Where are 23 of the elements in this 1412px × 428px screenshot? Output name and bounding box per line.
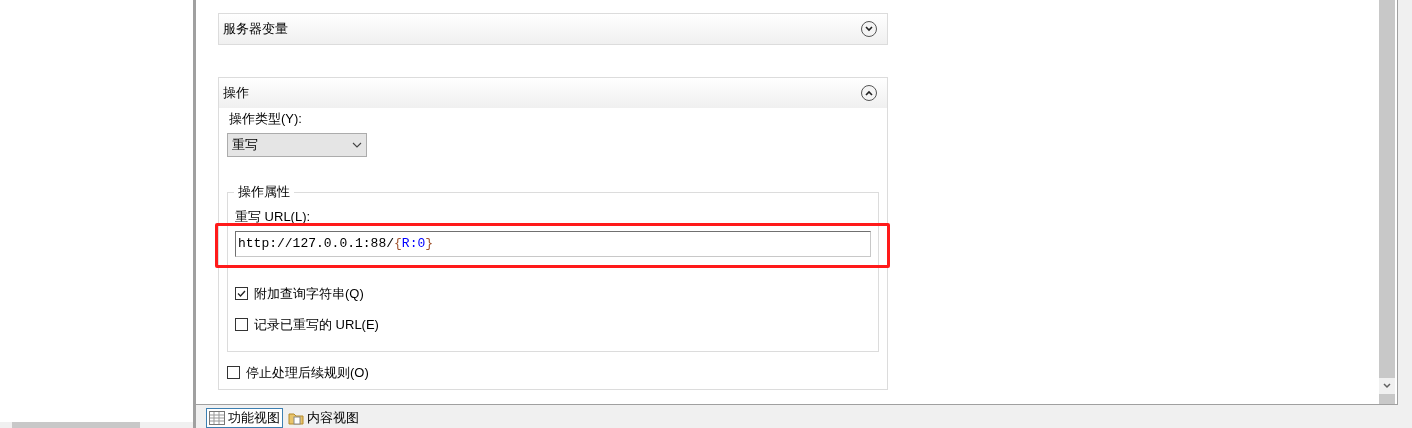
horizontal-scrollbar[interactable] — [0, 422, 193, 428]
expand-icon[interactable] — [861, 21, 877, 37]
chevron-down-icon — [352, 141, 362, 148]
checkbox-label: 附加查询字符串(Q) — [254, 285, 364, 302]
checkbox[interactable] — [235, 318, 248, 331]
checkbox-label: 停止处理后续规则(O) — [246, 364, 369, 381]
field-label: 操作类型(Y): — [229, 110, 303, 128]
grid-icon — [209, 411, 225, 425]
field-label: 重写 URL(L): — [235, 208, 312, 225]
checkbox[interactable] — [227, 366, 240, 379]
group-legend: 操作属性 — [234, 183, 294, 200]
folder-icon — [288, 411, 304, 425]
scroll-down-icon[interactable] — [1383, 383, 1391, 389]
url-field[interactable]: http://127.0.0.1:88/{R:0} — [235, 230, 871, 257]
vertical-scrollbar[interactable] — [1379, 0, 1395, 404]
type-dropdown[interactable]: 重写 — [227, 132, 367, 157]
section-title: 服务器变量 — [223, 20, 288, 39]
checkbox[interactable] — [235, 287, 248, 300]
section-title: 操作 — [223, 84, 249, 103]
collapse-icon[interactable] — [861, 85, 877, 101]
view-tab[interactable]: 功能视图 — [206, 408, 283, 428]
checkbox-label: 记录已重写的 URL(E) — [254, 316, 379, 333]
view-tab[interactable]: 内容视图 — [285, 408, 362, 428]
